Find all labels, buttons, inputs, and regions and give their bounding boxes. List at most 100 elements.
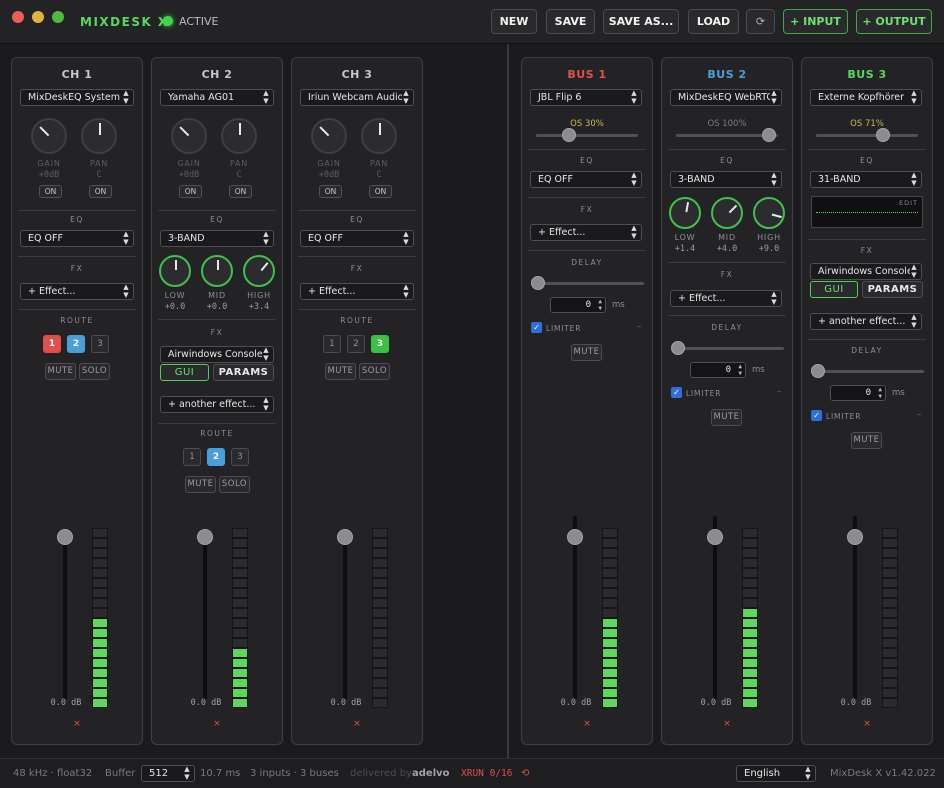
pan-on-toggle[interactable]: ON — [229, 185, 252, 198]
eq-mode-select[interactable]: EQ OFF ▲ ▼ — [300, 230, 414, 247]
new-button[interactable]: NEW — [491, 9, 537, 34]
pan-knob[interactable] — [81, 118, 117, 154]
language-select[interactable]: English ▲ ▼ — [736, 765, 816, 782]
input-device-select[interactable]: MixDeskEQ System ▲ ▼ — [20, 89, 134, 106]
volume-fader-thumb[interactable] — [57, 529, 73, 545]
delay-slider-thumb[interactable] — [811, 364, 825, 378]
fx-params-button[interactable]: PARAMS — [213, 364, 274, 381]
delay-slider-thumb[interactable] — [671, 341, 685, 355]
delay-slider[interactable] — [676, 347, 784, 350]
solo-button[interactable]: SOLO — [79, 363, 110, 380]
pan-knob[interactable] — [221, 118, 257, 154]
eq-mode-select[interactable]: 3-BAND ▲ ▼ — [670, 171, 782, 188]
gain-on-toggle[interactable]: ON — [179, 185, 202, 198]
pan-knob[interactable] — [361, 118, 397, 154]
gain-on-toggle[interactable]: ON — [39, 185, 62, 198]
add-effect-select[interactable]: + Effect... ▲ ▼ — [20, 283, 134, 300]
volume-fader-thumb[interactable] — [197, 529, 213, 545]
fx-gui-button[interactable]: GUI — [160, 364, 209, 381]
add-effect-select[interactable]: + Effect... ▲ ▼ — [300, 283, 414, 300]
os-slider-thumb[interactable] — [762, 128, 776, 142]
eq-31-band-graph[interactable]: EDIT — [811, 196, 923, 228]
stepper-icon[interactable]: ▲ ▼ — [878, 386, 882, 400]
route-bus-2-toggle[interactable]: 2 — [207, 448, 225, 466]
route-bus-2-toggle[interactable]: 2 — [347, 335, 365, 353]
pan-on-toggle[interactable]: ON — [369, 185, 392, 198]
eq-high-knob[interactable] — [243, 255, 275, 287]
mute-button[interactable]: MUTE — [851, 432, 882, 449]
output-device-select[interactable]: Externe Kopfhörer ▲ ▼ — [810, 89, 922, 106]
limiter-checkbox[interactable]: ✓ — [531, 322, 542, 333]
load-button[interactable]: LOAD — [688, 9, 739, 34]
add-another-effect-select[interactable]: + another effect... ▲ ▼ — [810, 313, 922, 330]
fx-plugin-select[interactable]: Airwindows Console ▲ ▼ — [160, 346, 274, 363]
gain-on-toggle[interactable]: ON — [319, 185, 342, 198]
volume-fader-track[interactable] — [203, 530, 207, 700]
delay-slider[interactable] — [816, 370, 924, 373]
fx-plugin-select[interactable]: Airwindows Console ▲ ▼ — [810, 263, 922, 280]
eq-edit-label[interactable]: EDIT — [899, 199, 918, 207]
volume-fader-thumb[interactable] — [707, 529, 723, 545]
reset-xrun-icon[interactable]: ⟲ — [521, 768, 529, 779]
volume-fader-track[interactable] — [343, 530, 347, 700]
mute-button[interactable]: MUTE — [185, 476, 216, 493]
stepper-icon[interactable]: ▲ ▼ — [598, 298, 602, 312]
limiter-checkbox[interactable]: ✓ — [811, 410, 822, 421]
volume-fader-thumb[interactable] — [847, 529, 863, 545]
solo-button[interactable]: SOLO — [359, 363, 390, 380]
output-device-select[interactable]: MixDeskEQ WebRTC ▲ ▼ — [670, 89, 782, 106]
output-device-select[interactable]: JBL Flip 6 ▲ ▼ — [530, 89, 642, 106]
input-device-select[interactable]: Yamaha AG01 ▲ ▼ — [160, 89, 274, 106]
route-bus-1-toggle[interactable]: 1 — [43, 335, 61, 353]
mute-button[interactable]: MUTE — [571, 344, 602, 361]
route-bus-3-toggle[interactable]: 3 — [91, 335, 109, 353]
eq-mode-select[interactable]: 31-BAND ▲ ▼ — [810, 171, 922, 188]
close-window-button[interactable] — [12, 11, 24, 23]
os-slider[interactable] — [536, 134, 638, 137]
mute-button[interactable]: MUTE — [711, 409, 742, 426]
input-device-select[interactable]: Iriun Webcam Audio ▲ ▼ — [300, 89, 414, 106]
eq-mode-select[interactable]: EQ OFF ▲ ▼ — [530, 171, 642, 188]
volume-fader-track[interactable] — [63, 530, 67, 700]
remove-bus-button[interactable]: × — [717, 719, 737, 729]
buffer-size-select[interactable]: 512 ▲ ▼ — [141, 765, 195, 782]
route-bus-1-toggle[interactable]: 1 — [323, 335, 341, 353]
eq-mode-select[interactable]: EQ OFF ▲ ▼ — [20, 230, 134, 247]
add-output-button[interactable]: + OUTPUT — [856, 9, 932, 34]
gain-knob[interactable] — [171, 118, 207, 154]
os-slider[interactable] — [816, 134, 918, 137]
route-bus-3-toggle[interactable]: 3 — [371, 335, 389, 353]
eq-low-knob[interactable] — [669, 197, 701, 229]
mute-button[interactable]: MUTE — [45, 363, 76, 380]
remove-channel-button[interactable]: × — [67, 719, 87, 729]
os-slider-thumb[interactable] — [562, 128, 576, 142]
route-bus-2-toggle[interactable]: 2 — [67, 335, 85, 353]
add-another-effect-select[interactable]: + another effect... ▲ ▼ — [160, 396, 274, 413]
gain-knob[interactable] — [311, 118, 347, 154]
remove-bus-button[interactable]: × — [857, 719, 877, 729]
delay-input[interactable]: 0 ▲ ▼ — [550, 297, 606, 313]
remove-bus-button[interactable]: × — [577, 719, 597, 729]
route-bus-3-toggle[interactable]: 3 — [231, 448, 249, 466]
minimize-window-button[interactable] — [32, 11, 44, 23]
pan-on-toggle[interactable]: ON — [89, 185, 112, 198]
zoom-window-button[interactable] — [52, 11, 64, 23]
add-input-button[interactable]: + INPUT — [783, 9, 848, 34]
mute-button[interactable]: MUTE — [325, 363, 356, 380]
fx-gui-button[interactable]: GUI — [810, 281, 858, 298]
eq-mode-select[interactable]: 3-BAND ▲ ▼ — [160, 230, 274, 247]
eq-high-knob[interactable] — [753, 197, 785, 229]
gain-knob[interactable] — [31, 118, 67, 154]
solo-button[interactable]: SOLO — [219, 476, 250, 493]
remove-channel-button[interactable]: × — [207, 719, 227, 729]
delay-slider-thumb[interactable] — [531, 276, 545, 290]
add-effect-select[interactable]: + Effect... ▲ ▼ — [670, 290, 782, 307]
volume-fader-thumb[interactable] — [337, 529, 353, 545]
volume-fader-thumb[interactable] — [567, 529, 583, 545]
refresh-devices-button[interactable]: ⟳ — [746, 9, 775, 34]
save-button[interactable]: SAVE — [546, 9, 595, 34]
os-slider-thumb[interactable] — [876, 128, 890, 142]
limiter-checkbox[interactable]: ✓ — [671, 387, 682, 398]
fx-params-button[interactable]: PARAMS — [862, 281, 923, 298]
save-as-button[interactable]: SAVE AS... — [603, 9, 679, 34]
